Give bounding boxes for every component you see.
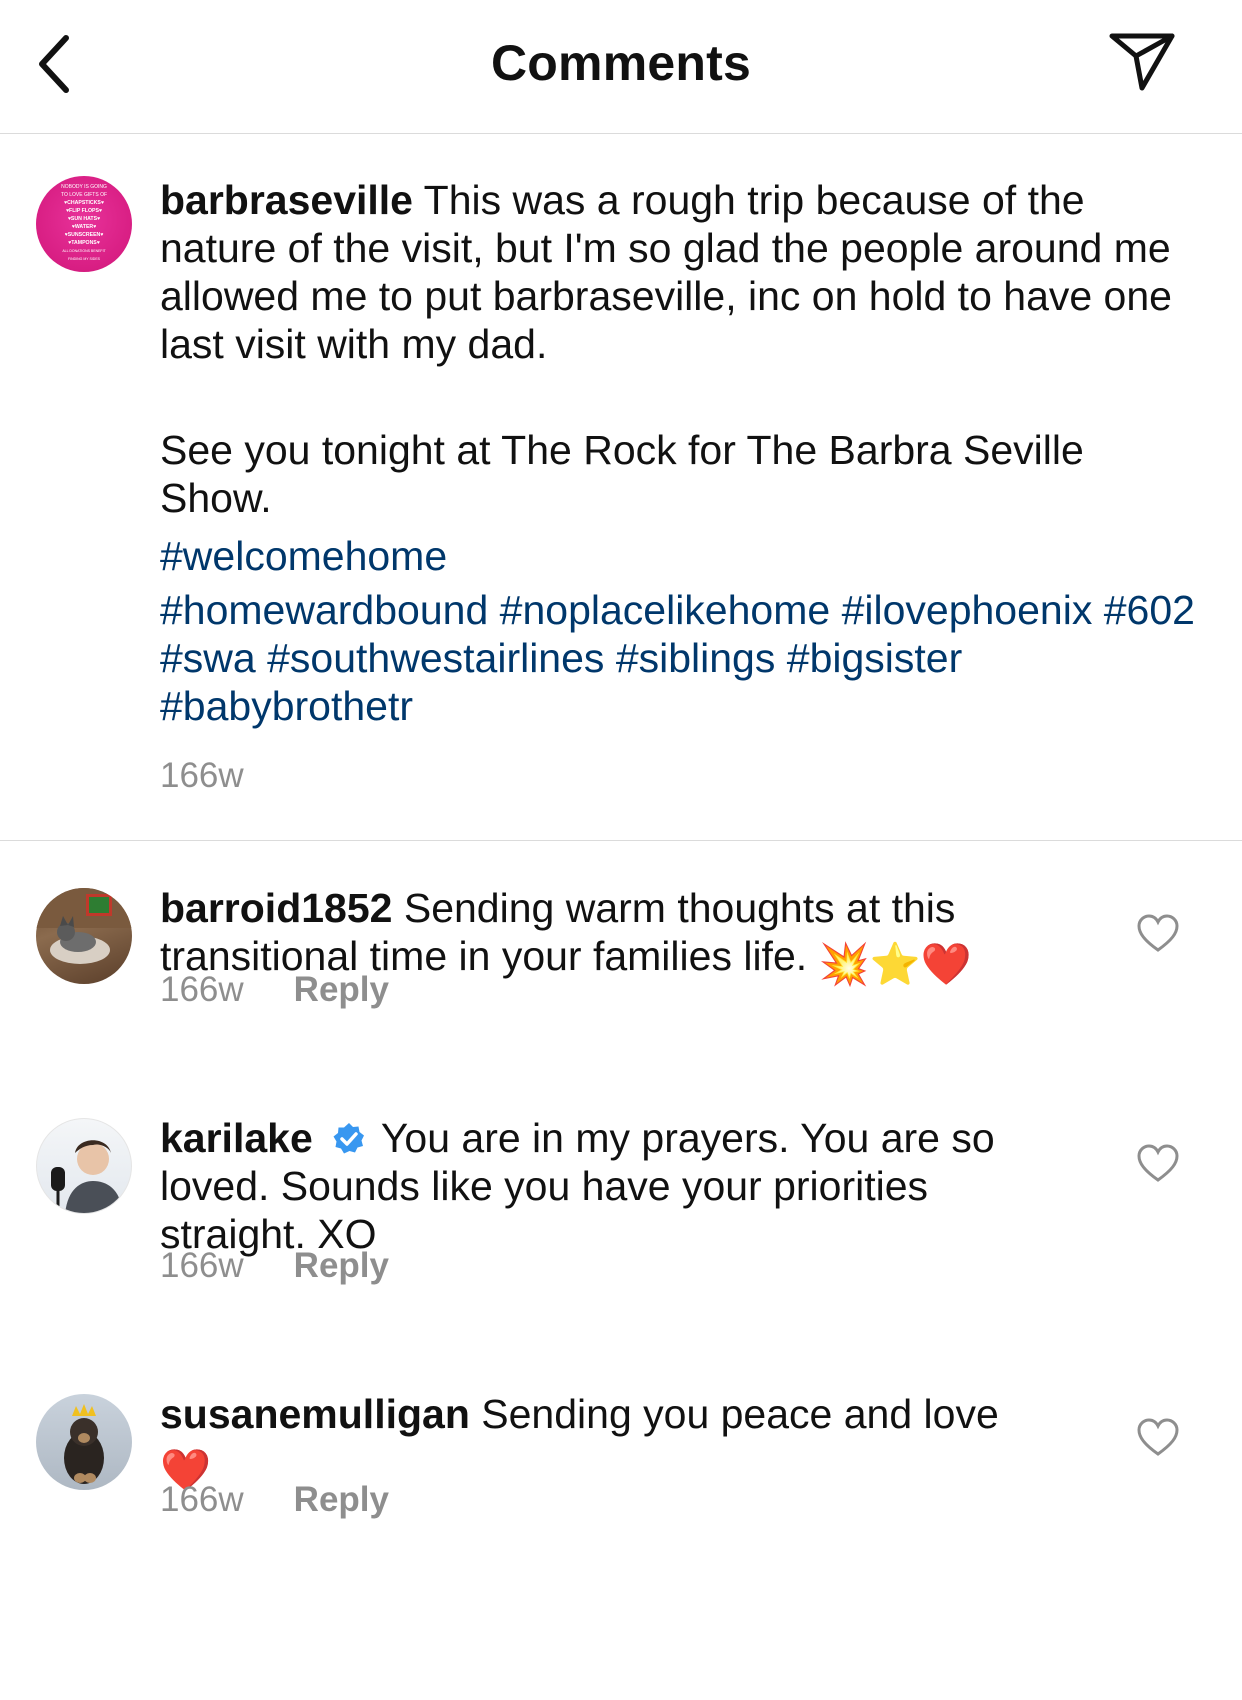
avatar[interactable] (36, 1118, 132, 1214)
avatar-text-line: NOBODY IS GOING (61, 184, 107, 190)
avatar[interactable]: NOBODY IS GOING TO LOVE GIFTS OF ♥CHAPSTIC… (36, 176, 132, 272)
comment-username[interactable]: karilake (160, 1115, 313, 1161)
comment-text: karilake You are in my prayers. You are … (160, 1114, 1080, 1258)
hashtag-link[interactable]: #siblings (616, 635, 776, 681)
reply-button[interactable]: Reply (294, 1480, 389, 1520)
avatar[interactable] (36, 1394, 132, 1490)
verified-badge-icon (333, 1123, 365, 1154)
emoji: 💥⭐❤️ (818, 941, 972, 987)
avatar-text-line: ♥SUN HATS♥ (68, 216, 100, 222)
avatar-text-line: TO LOVE GIFTS OF (61, 192, 107, 198)
caption-text: barbraseville This was a rough trip beca… (160, 176, 1180, 368)
caption-text-second: See you tonight at The Rock for The Barb… (160, 427, 1084, 521)
avatar-text-line: ALL DONATIONS BENEFIT (62, 249, 106, 253)
comment-item: susanemulligan Sending you peace and lov… (0, 1348, 1242, 1598)
like-button[interactable] (1136, 912, 1180, 956)
timestamp: 166w (160, 1246, 244, 1285)
reply-button[interactable]: Reply (294, 970, 389, 1010)
caption-username[interactable]: barbraseville (160, 177, 413, 223)
hashtag-link[interactable]: #babybrothetr (160, 683, 413, 729)
share-button[interactable] (1106, 30, 1182, 100)
hashtag-list: #homewardbound #noplacelikehome #iloveph… (160, 586, 1200, 730)
page-title: Comments (491, 35, 751, 91)
avatar-graphic: NOBODY IS GOING TO LOVE GIFTS OF ♥CHAPSTIC… (61, 184, 107, 261)
heart-outline-icon (1137, 1144, 1179, 1182)
comment-body: Sending you peace and love (481, 1391, 999, 1437)
hashtag-link[interactable]: #welcomehome (160, 533, 447, 579)
comment-meta: 166w Reply (160, 1480, 389, 1520)
dog-with-crown-icon (64, 1404, 104, 1484)
like-button[interactable] (1136, 1142, 1180, 1186)
hashtag-link[interactable]: #swa (160, 635, 256, 681)
header-bar: Comments (0, 0, 1242, 134)
avatar[interactable] (36, 888, 132, 984)
dog-photo-icon (36, 888, 132, 964)
reply-button[interactable]: Reply (294, 1246, 389, 1286)
like-button[interactable] (1136, 1416, 1180, 1460)
avatar-text-line: FINDING MY SIDES (68, 257, 101, 261)
hashtag-list: #welcomehome (160, 532, 1200, 580)
avatar-text-line: ♥SUNSCREEN♥ (65, 232, 104, 238)
person-photo-icon (51, 1140, 123, 1213)
post-caption: NOBODY IS GOING TO LOVE GIFTS OF ♥CHAPSTIC… (0, 134, 1242, 841)
heart-outline-icon (1137, 1418, 1179, 1456)
avatar-text-line: ♥CHAPSTICKS♥ (64, 200, 104, 206)
avatar-text-line: ♥FLIP FLOPS♥ (66, 208, 102, 214)
paper-plane-icon (1109, 33, 1175, 91)
comment-item: barroid1852 Sending warm thoughts at thi… (0, 842, 1242, 1072)
hashtag-link[interactable]: #bigsister (787, 635, 962, 681)
comment-username[interactable]: barroid1852 (160, 885, 392, 931)
timestamp: 166w (160, 1480, 244, 1519)
comment-meta: 166w Reply (160, 970, 389, 1010)
timestamp: 166w (160, 756, 244, 795)
comment-text: susanemulligan Sending you peace and lov… (160, 1390, 1080, 1494)
comment-item: karilake You are in my prayers. You are … (0, 1072, 1242, 1348)
comment-meta: 166w Reply (160, 1246, 389, 1286)
avatar-text-line: ♥WATER♥ (72, 224, 97, 230)
hashtag-link[interactable]: #602 (1104, 587, 1195, 633)
heart-outline-icon (1137, 914, 1179, 952)
timestamp: 166w (160, 970, 244, 1009)
avatar-text-line: ♥TAMPONS♥ (68, 240, 100, 246)
hashtag-link[interactable]: #southwestairlines (267, 635, 604, 681)
comment-username[interactable]: susanemulligan (160, 1391, 470, 1437)
hashtag-link[interactable]: #ilovephoenix (842, 587, 1093, 633)
hashtag-link[interactable]: #homewardbound (160, 587, 488, 633)
hashtag-link[interactable]: #noplacelikehome (500, 587, 831, 633)
caption-meta: 166w (160, 756, 244, 796)
